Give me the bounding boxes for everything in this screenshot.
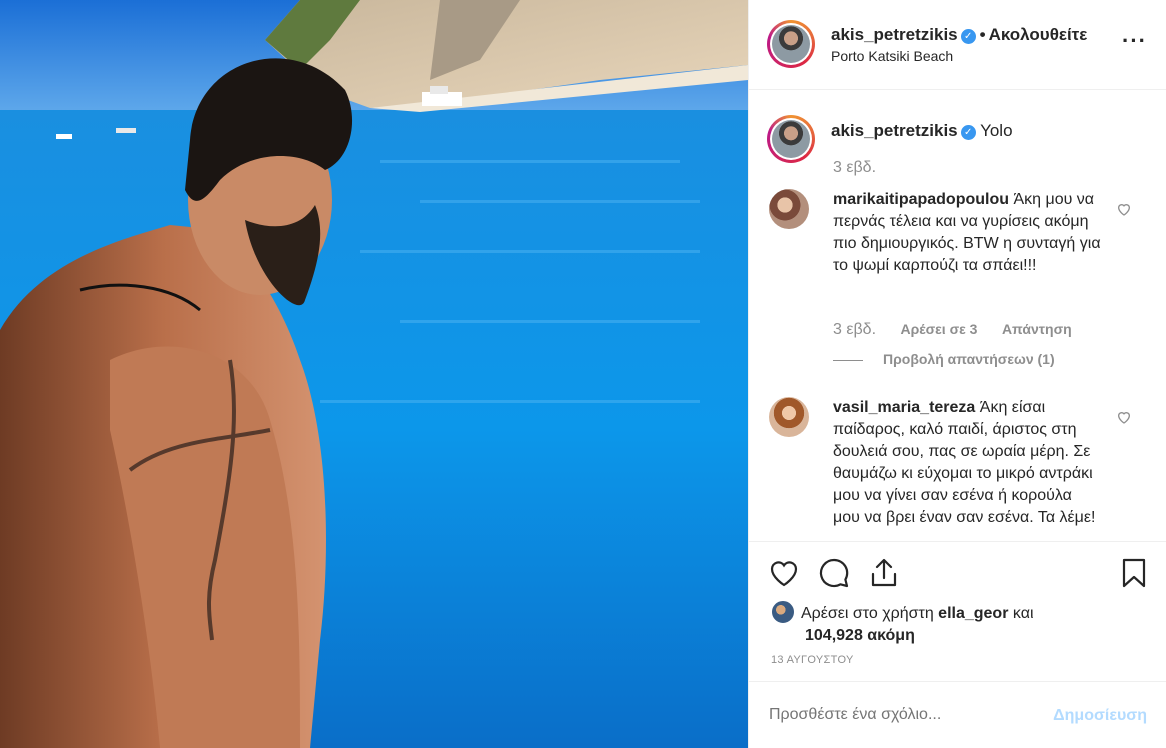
- add-comment-bar: Δημοσίευση: [749, 681, 1166, 748]
- comment-text: Άκη είσαι παίδαρος, καλό παιδί, άριστος …: [833, 399, 1096, 526]
- post-location[interactable]: Porto Katsiki Beach: [831, 48, 953, 64]
- caption-line: akis_petretzikis ✓ Yolo: [831, 121, 1013, 141]
- likes-summary: Αρέσει στο χρήστη ella_geor και 104,928 …: [771, 600, 1111, 647]
- post-comment-button[interactable]: Δημοσίευση: [1053, 707, 1147, 725]
- caption-text: Yolo: [980, 121, 1013, 140]
- liker-username[interactable]: ella_geor: [938, 605, 1008, 622]
- author-avatar[interactable]: [767, 20, 815, 68]
- commenter-username[interactable]: marikaitipapadopoulou: [833, 191, 1009, 208]
- post-actions: Αρέσει στο χρήστη ella_geor και 104,928 …: [749, 541, 1166, 681]
- likes-prefix: Αρέσει στο χρήστη: [801, 605, 934, 622]
- replies-divider: [833, 359, 863, 361]
- view-replies-button[interactable]: Προβολή απαντήσεων (1): [833, 351, 1055, 367]
- comment-meta: 3 εβδ. Αρέσει σε 3 Απάντηση: [833, 321, 1092, 339]
- verified-badge-icon: ✓: [960, 29, 976, 44]
- separator-dot: •: [979, 25, 986, 44]
- caption-username[interactable]: akis_petretzikis: [831, 121, 958, 140]
- commenter-avatar[interactable]: [769, 189, 809, 229]
- view-replies-label: Προβολή απαντήσεων (1): [883, 351, 1055, 367]
- author-username[interactable]: akis_petretzikis: [831, 25, 958, 44]
- caption-time[interactable]: 3 εβδ.: [833, 159, 876, 177]
- commenter-avatar[interactable]: [769, 397, 809, 437]
- likes-count[interactable]: 104,928 ακόμη: [771, 625, 1111, 647]
- post-panel: akis_petretzikis ✓ • Ακολουθείτε Porto Kats…: [748, 0, 1166, 748]
- comments-section[interactable]: akis_petretzikis ✓ Yolo 3 εβδ. marikaitip…: [749, 91, 1166, 541]
- comment-like-heart-icon[interactable]: [1116, 409, 1132, 425]
- comment-likes[interactable]: Αρέσει σε 3: [900, 321, 977, 337]
- comment-bubble-icon[interactable]: [817, 556, 851, 590]
- post-header: akis_petretzikis ✓ • Ακολουθείτε Porto Kats…: [749, 0, 1166, 90]
- reply-button[interactable]: Απάντηση: [1002, 321, 1072, 337]
- more-options-icon[interactable]: ···: [1122, 30, 1147, 52]
- add-comment-input[interactable]: [769, 706, 1039, 724]
- author-line: akis_petretzikis ✓ • Ακολουθείτε: [831, 25, 1087, 45]
- commenter-username[interactable]: vasil_maria_tereza: [833, 399, 975, 416]
- comment-body: marikaitipapadopoulou Άκη μου να περνάς …: [833, 189, 1101, 277]
- post-date[interactable]: 13 ΑΥΓΟΥΣΤΟΥ: [771, 654, 854, 666]
- save-bookmark-icon[interactable]: [1117, 556, 1151, 590]
- like-heart-icon[interactable]: [767, 556, 801, 590]
- post-photo[interactable]: [0, 0, 748, 748]
- caption-author-avatar[interactable]: [767, 115, 815, 163]
- post-photo-image: [0, 0, 748, 748]
- likes-joiner: και: [1012, 605, 1034, 622]
- share-icon[interactable]: [867, 556, 901, 590]
- comment-time[interactable]: 3 εβδ.: [833, 321, 876, 338]
- liker-avatar[interactable]: [771, 600, 795, 624]
- comment-body: vasil_maria_tereza Άκη είσαι παίδαρος, κ…: [833, 397, 1101, 529]
- following-button[interactable]: Ακολουθείτε: [989, 25, 1088, 44]
- comment-like-heart-icon[interactable]: [1116, 201, 1132, 217]
- verified-badge-icon: ✓: [960, 125, 976, 140]
